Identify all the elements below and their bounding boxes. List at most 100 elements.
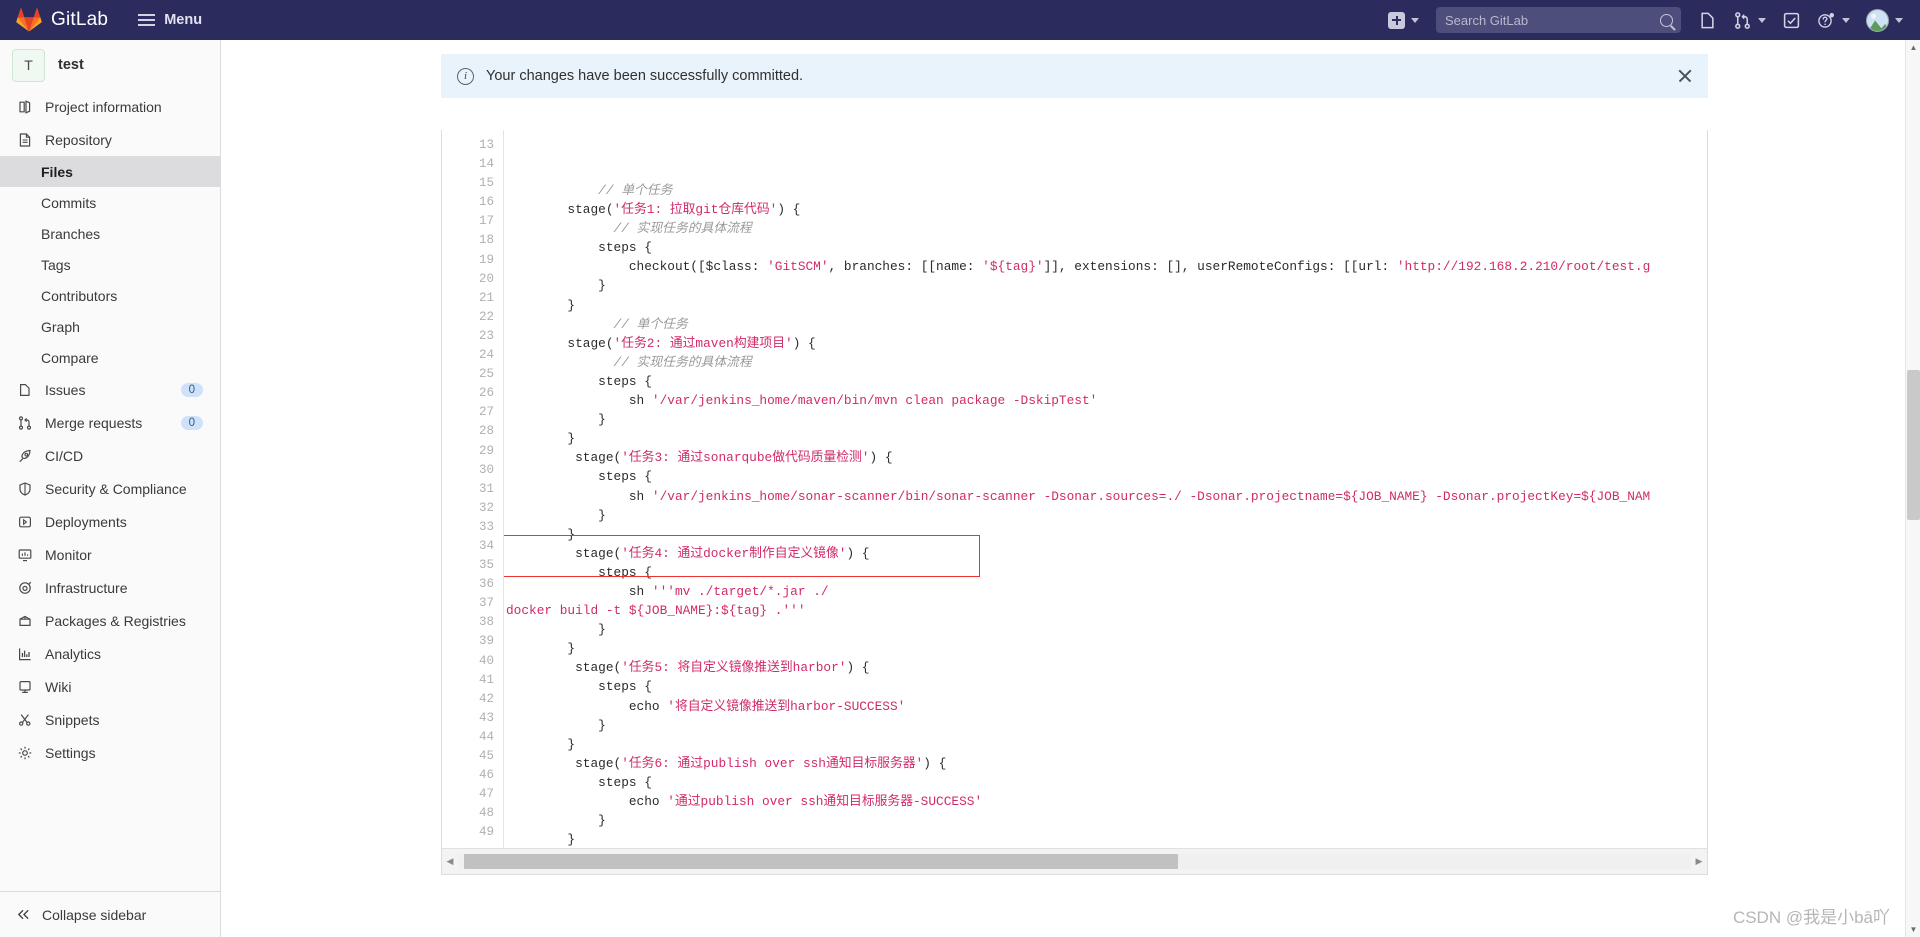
sidebar-item-security-compliance[interactable]: Security & Compliance — [0, 472, 220, 505]
watermark-text: CSDN @我是小bā吖 — [1732, 908, 1890, 927]
search-icon — [1660, 13, 1673, 27]
sidebar-item-project-information[interactable]: Project information — [0, 90, 220, 123]
code-line: steps { — [506, 238, 1707, 257]
line-number: 37 — [478, 596, 494, 611]
vertical-scroll-thumb[interactable] — [1907, 370, 1920, 520]
sidebar-item-analytics[interactable]: Analytics — [0, 637, 220, 670]
create-new-button[interactable] — [1381, 0, 1426, 40]
sidebar-item-tags[interactable]: Tags — [0, 249, 220, 280]
code-line: // 实现任务的具体流程 — [506, 219, 1707, 238]
line-number: 49 — [478, 825, 494, 840]
sidebar-item-repository[interactable]: Repository — [0, 123, 220, 156]
sidebar-item-badge: 0 — [180, 382, 203, 397]
todos-nav-button[interactable] — [1775, 0, 1808, 40]
chevron-down-icon — [1411, 17, 1419, 23]
sidebar-item-graph[interactable]: Graph — [0, 311, 220, 342]
chevron-up-icon[interactable]: ▲ — [1906, 40, 1920, 55]
chevron-down-icon[interactable]: ▼ — [1906, 922, 1920, 937]
code-line: checkout([$class: 'GitSCM', branches: [[… — [506, 257, 1707, 276]
code-token: echo — [506, 794, 668, 809]
analytics-icon — [16, 645, 34, 663]
code-line: // 单个任务 — [506, 181, 1707, 200]
top-nav-right-group: Search GitLab — [1381, 0, 1910, 40]
sidebar-item-ci-cd[interactable]: CI/CD — [0, 439, 220, 472]
sidebar-item-label: CI/CD — [45, 447, 84, 464]
sidebar-item-deployments[interactable]: Deployments — [0, 505, 220, 538]
sidebar-item-packages-registries[interactable]: Packages & Registries — [0, 604, 220, 637]
code-line: stage('任务6: 通过publish over ssh通知目标服务器') … — [506, 754, 1707, 773]
code-token: } — [506, 278, 606, 294]
merge-requests-icon — [16, 414, 34, 432]
code-line: } — [506, 296, 1707, 315]
code-token: // 单个任务 — [598, 183, 673, 198]
sidebar-item-monitor[interactable]: Monitor — [0, 538, 220, 571]
sidebar-item-settings[interactable]: Settings — [0, 736, 220, 769]
user-menu-button[interactable] — [1859, 0, 1910, 40]
sidebar-item-snippets[interactable]: Snippets — [0, 703, 220, 736]
merge-requests-nav-button[interactable] — [1726, 0, 1773, 40]
main-menu-button[interactable]: Menu — [138, 12, 202, 28]
plus-square-icon — [1388, 11, 1405, 29]
code-line: } — [506, 525, 1707, 544]
code-token: sh — [506, 393, 652, 409]
page-vertical-scrollbar[interactable]: ▲ ▼ — [1905, 40, 1920, 937]
chevron-left-icon[interactable]: ◀ — [442, 856, 458, 867]
gitlab-logo-icon[interactable] — [16, 7, 42, 33]
line-number: 31 — [478, 481, 494, 496]
sidebar-item-branches[interactable]: Branches — [0, 218, 220, 249]
sidebar-item-infrastructure[interactable]: Infrastructure — [0, 571, 220, 604]
code-token: 'http://192.168.2.210/root/test.g — [1396, 259, 1651, 275]
code-line: sh '/var/jenkins_home/maven/bin/mvn clea… — [506, 391, 1707, 410]
sidebar-item-label: Files — [41, 163, 73, 180]
sidebar-item-compare[interactable]: Compare — [0, 342, 220, 373]
sidebar-item-badge: 0 — [180, 415, 203, 430]
code-token: } — [506, 813, 606, 829]
collapse-sidebar-button[interactable]: Collapse sidebar — [0, 891, 221, 937]
line-number: 21 — [478, 290, 494, 305]
close-icon[interactable] — [1676, 67, 1694, 85]
sidebar-item-issues[interactable]: Issues 0 — [0, 373, 220, 406]
top-navigation-bar: GitLab Menu Search GitLab — [0, 0, 1920, 40]
help-nav-button[interactable] — [1810, 0, 1857, 40]
main-content-area: i Your changes have been successfully co… — [221, 40, 1920, 937]
chevron-down-icon — [1758, 17, 1766, 23]
deployments-icon — [16, 513, 34, 531]
issues-icon — [16, 381, 34, 399]
code-token: steps { — [506, 469, 652, 485]
code-token: '''mv ./target/*.jar ./ — [651, 583, 829, 599]
snippets-icon — [16, 711, 34, 729]
code-token: } — [506, 622, 606, 638]
sidebar-item-commits[interactable]: Commits — [0, 187, 220, 218]
line-number: 35 — [478, 558, 494, 573]
sidebar-item-contributors[interactable]: Contributors — [0, 280, 220, 311]
line-number: 15 — [478, 176, 494, 191]
issues-nav-button[interactable] — [1691, 0, 1724, 40]
code-token: stage( — [506, 202, 614, 218]
sidebar-item-files[interactable]: Files — [0, 156, 220, 187]
code-token: '将自定义镜像推送到harbor-SUCCESS' — [667, 698, 906, 714]
code-token: 'GitSCM' — [767, 259, 829, 275]
collapse-sidebar-label: Collapse sidebar — [42, 906, 147, 923]
sidebar-item-label: Wiki — [45, 678, 72, 695]
success-alert: i Your changes have been successfully co… — [441, 54, 1708, 98]
project-header[interactable]: T test — [0, 40, 220, 90]
line-number: 34 — [478, 538, 494, 553]
line-number: 20 — [478, 271, 494, 286]
search-input[interactable]: Search GitLab — [1436, 7, 1681, 33]
sidebar-item-label: Snippets — [45, 711, 100, 728]
horizontal-scrollbar[interactable]: ◀ ▶ — [442, 848, 1707, 874]
line-number: 40 — [478, 653, 494, 668]
code-token: // 实现任务的具体流程 — [613, 354, 752, 370]
rocket-icon — [16, 447, 34, 465]
horizontal-scroll-track[interactable] — [458, 854, 1691, 869]
code-token: steps { — [506, 774, 652, 790]
chevron-right-icon[interactable]: ▶ — [1691, 856, 1707, 867]
horizontal-scroll-thumb[interactable] — [464, 854, 1178, 869]
sidebar-item-wiki[interactable]: Wiki — [0, 670, 220, 703]
file-code-viewer: 13 14 15 16 17 18 19 20 21 22 23 24 25 26 27 28 29 30 31 32… — [441, 130, 1708, 875]
project-information-icon — [16, 98, 34, 116]
code-token: '任务6: 通过publish over ssh通知目标服务器' — [621, 755, 924, 771]
merge-requests-icon — [1735, 11, 1750, 29]
code-token: '/var/jenkins_home/sonar-scanner/bin/son… — [651, 488, 1651, 504]
sidebar-item-merge-requests[interactable]: Merge requests 0 — [0, 406, 220, 439]
